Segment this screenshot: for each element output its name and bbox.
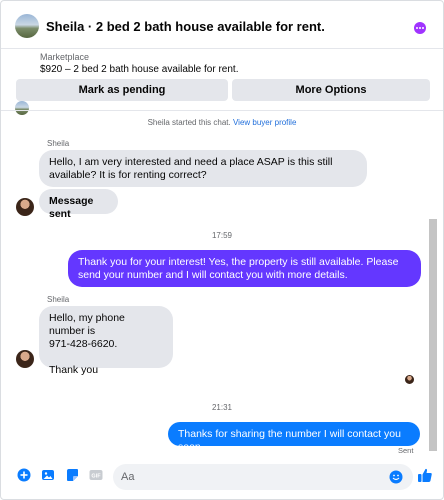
chat-header: Sheila · 2 bed 2 bath house available fo… [1, 1, 443, 49]
message-line: Thank you [49, 364, 99, 376]
gif-icon[interactable]: GIF [89, 468, 103, 482]
chat-started-notice: Sheila started this chat. View buyer pro… [1, 118, 443, 127]
view-buyer-profile-link[interactable]: View buyer profile [233, 118, 296, 127]
emoji-icon[interactable] [389, 470, 403, 484]
chat-window: Sheila · 2 bed 2 bath house available fo… [0, 0, 444, 500]
message-input[interactable] [121, 469, 381, 485]
message-bubble-incoming: Hello, my phone number is 971-428-6620. … [39, 306, 173, 376]
thumbs-up-icon[interactable] [417, 467, 433, 483]
chat-started-text: Sheila started this chat. [147, 118, 231, 127]
listing-summary[interactable]: Marketplace $920 – 2 bed 2 bath house av… [1, 49, 443, 115]
more-options-icon[interactable] [414, 22, 426, 34]
message-line: 971-428-6620. [49, 338, 118, 350]
sender-name: Sheila [47, 295, 70, 304]
message-bubble-incoming: Message sent [39, 189, 118, 220]
listing-price-title: $920 – 2 bed 2 bath house available for … [40, 64, 239, 75]
message-bubble-outgoing: Thank you for your interest! Yes, the pr… [68, 250, 421, 287]
more-options-button[interactable]: More Options [232, 79, 430, 101]
listing-thumbnail [15, 101, 29, 115]
listing-avatar[interactable] [15, 14, 39, 38]
message-composer[interactable] [113, 464, 413, 490]
timestamp: 21:31 [211, 403, 233, 412]
sticker-icon[interactable] [65, 468, 79, 482]
message-status: Sent [398, 446, 414, 455]
image-icon[interactable] [41, 468, 55, 482]
sender-avatar[interactable] [16, 350, 34, 368]
seen-avatar [405, 375, 414, 384]
scrollbar[interactable] [429, 219, 437, 451]
svg-text:GIF: GIF [91, 474, 101, 480]
sender-avatar[interactable] [16, 198, 34, 216]
message-line: Hello, my phone number is [49, 312, 125, 337]
listing-source: Marketplace [40, 52, 90, 62]
header-divider [1, 110, 443, 111]
plus-icon[interactable] [17, 468, 31, 482]
sender-name: Sheila [47, 139, 70, 148]
mark-as-pending-button[interactable]: Mark as pending [16, 79, 228, 101]
timestamp: 17:59 [211, 231, 233, 240]
chat-title[interactable]: Sheila · 2 bed 2 bath house available fo… [46, 19, 325, 34]
message-bubble-incoming: Hello, I am very interested and need a p… [39, 150, 367, 187]
composer-bar: GIF [1, 457, 443, 499]
message-bubble-outgoing: Thanks for sharing the number I will con… [168, 422, 420, 453]
